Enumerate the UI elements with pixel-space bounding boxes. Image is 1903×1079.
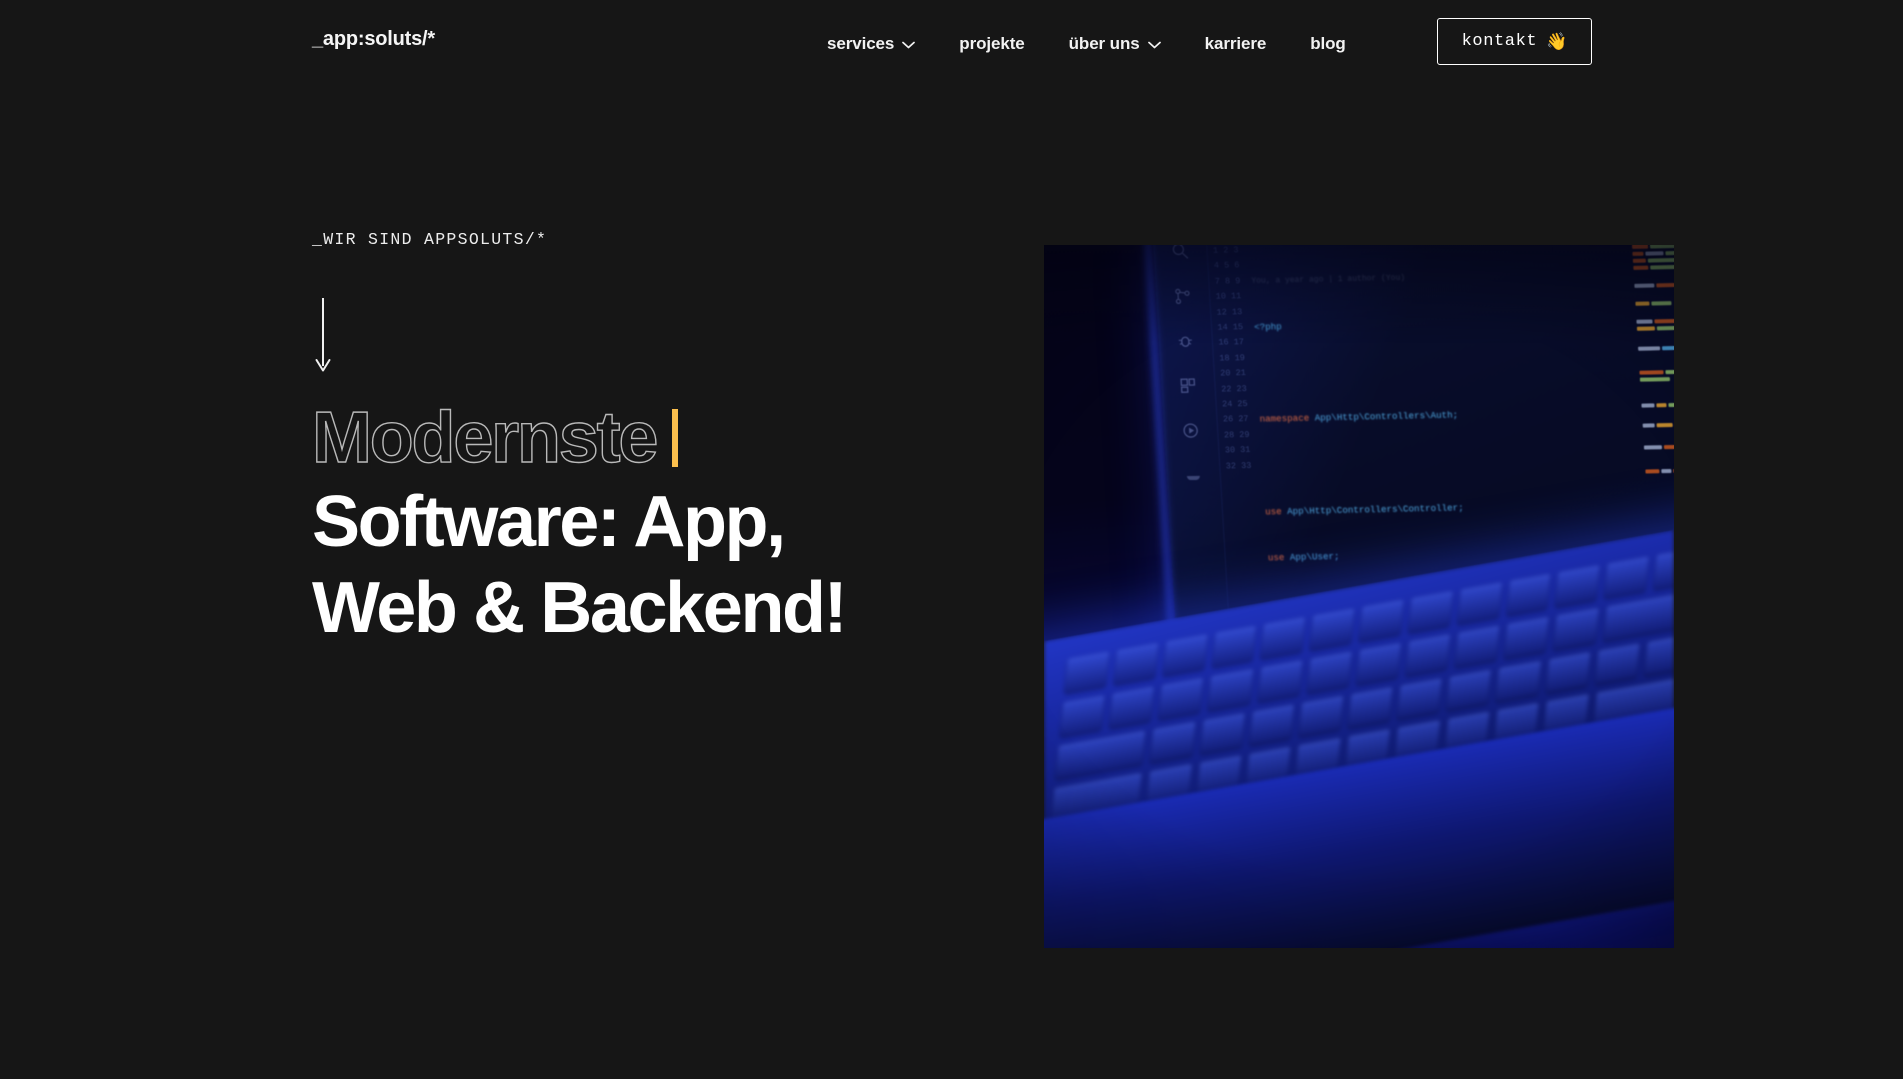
- headline-line-1: Software: App,: [312, 482, 786, 562]
- hero-text-column: _WIR SIND APPSOLUTS/* Modernste Software…: [311, 230, 1032, 644]
- headline-outline-text: Modernste: [311, 398, 659, 478]
- main-navigation: services projekte über uns karriere blog: [805, 28, 1368, 60]
- run-icon: [1182, 422, 1200, 439]
- nav-label-services: services: [827, 34, 895, 53]
- nav-label-ueber-uns: über uns: [1068, 34, 1140, 53]
- nav-item-ueber-uns[interactable]: über uns: [1047, 28, 1183, 60]
- headline-outline-line: Modernste: [311, 398, 1072, 478]
- nav-label-blog: blog: [1310, 34, 1346, 53]
- contact-button-label: kontakt: [1461, 32, 1538, 51]
- headline-line-2: Web & Backend!: [312, 568, 848, 648]
- debug-icon: [1176, 332, 1194, 349]
- nav-item-blog[interactable]: blog: [1288, 28, 1367, 60]
- hero-image: 1 2 3 4 5 6 7 8 9 10 11 12 13 14 15 16 1…: [1044, 245, 1674, 948]
- nav-item-karriere[interactable]: karriere: [1183, 28, 1289, 60]
- chevron-down-icon: [1147, 41, 1161, 49]
- brand-logo[interactable]: _app:soluts/*: [312, 28, 435, 51]
- contact-button[interactable]: kontakt 👋: [1437, 18, 1592, 65]
- chevron-down-icon: [902, 41, 916, 49]
- search-icon: [1171, 245, 1189, 260]
- site-header: _app:soluts/* services projekte über uns: [0, 0, 1903, 88]
- typing-cursor: [672, 409, 679, 467]
- arrow-down-icon: [313, 298, 333, 376]
- nav-label-projekte: projekte: [959, 34, 1025, 53]
- hero-headline: Modernste Software: App, Web & Backend!: [311, 398, 1072, 648]
- waving-hand-icon: 👋: [1546, 32, 1568, 51]
- hero-page: _app:soluts/* services projekte über uns: [0, 0, 1903, 1079]
- extensions-icon: [1179, 377, 1197, 394]
- docker-icon: [1184, 467, 1202, 484]
- nav-label-karriere: karriere: [1204, 34, 1267, 53]
- hero-eyebrow: _WIR SIND APPSOLUTS/*: [312, 230, 548, 249]
- source-control-icon: [1174, 287, 1192, 305]
- code-editor-photo: 1 2 3 4 5 6 7 8 9 10 11 12 13 14 15 16 1…: [1044, 245, 1674, 948]
- nav-item-projekte[interactable]: projekte: [937, 28, 1046, 60]
- nav-item-services[interactable]: services: [805, 28, 937, 60]
